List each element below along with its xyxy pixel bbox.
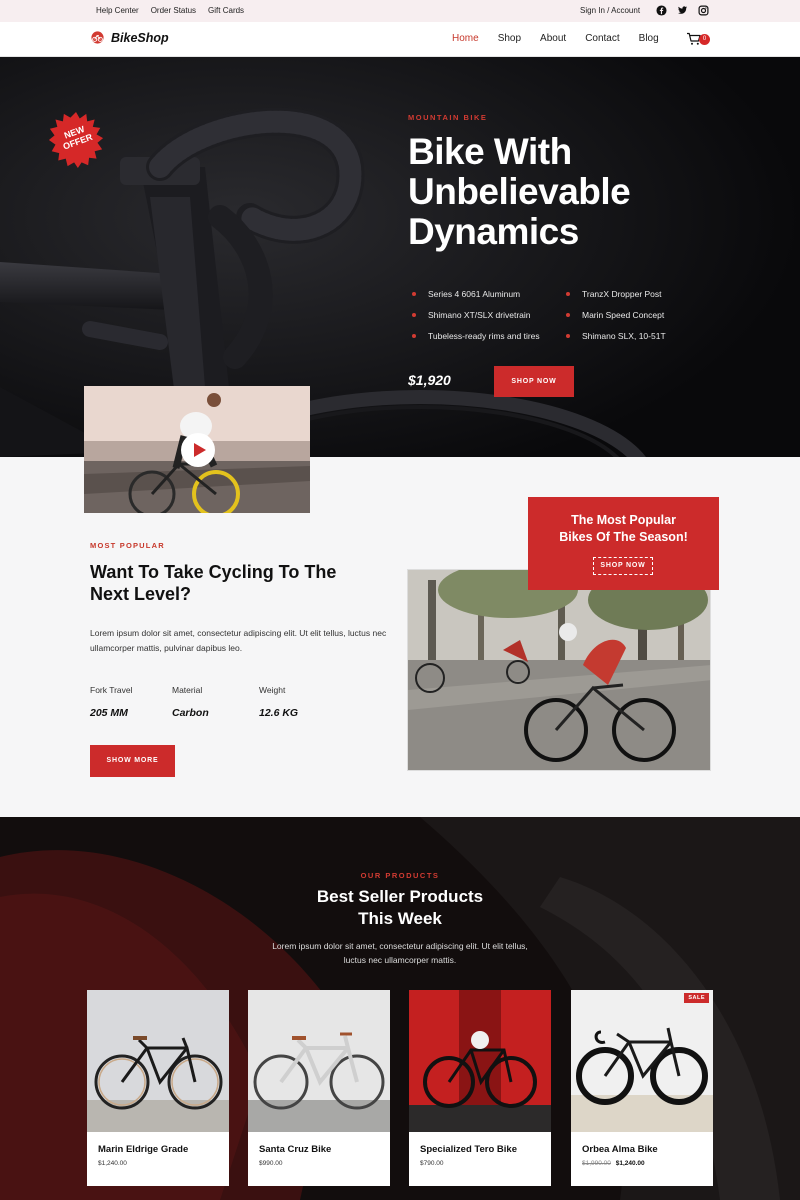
stat-label-fork-travel: Fork Travel [90,685,133,695]
product-image[interactable] [409,990,551,1132]
spec-item: TranzX Dropper Post [566,289,662,299]
help-center-link[interactable]: Help Center [96,6,139,15]
brand-logo[interactable]: BikeShop [90,30,169,45]
popular-title-line-1: The Most Popular [571,513,676,527]
stat-value-fork-travel: 205 MM [90,707,128,719]
nav-item-about[interactable]: About [540,33,566,44]
bike-specialized-image [409,990,551,1132]
nav-item-blog[interactable]: Blog [639,33,659,44]
race-photo [407,569,711,771]
product-card[interactable]: SALE Orbea Alma Bike $1,990.00 $1,240.00 [571,990,713,1186]
spec-item: Shimano SLX, 10-51T [566,331,666,341]
product-card[interactable]: Marin Eldrige Grade $1,240.00 [87,990,229,1186]
stat-value-material: Carbon [172,707,209,719]
product-name[interactable]: Orbea Alma Bike [582,1144,658,1155]
instagram-icon[interactable] [698,5,709,16]
product-price: $790.00 [420,1160,444,1167]
feature-description: Lorem ipsum dolor sit amet, consectetur … [90,628,387,653]
product-image[interactable] [248,990,390,1132]
main-nav: BikeShop Home Shop About Contact Blog 0 [0,22,800,57]
product-old-price: $1,990.00 [582,1160,611,1167]
hero-title: Bike With Unbelievable Dynamics [408,131,631,252]
stat-label-material: Material [172,685,203,695]
order-status-link[interactable]: Order Status [151,6,196,15]
cart-count-badge: 0 [699,34,710,45]
products-description: Lorem ipsum dolor sit amet, consectetur … [272,941,528,965]
nav-item-shop[interactable]: Shop [498,33,521,44]
nav-item-home[interactable]: Home [452,33,479,44]
twitter-icon[interactable] [677,5,688,16]
stat-value-weight: 12.6 KG [259,707,299,719]
topbar: Help Center Order Status Gift Cards Sign… [0,0,800,22]
bike-santa-cruz-image [248,990,390,1132]
spec-item: Series 4 6061 Aluminum [411,289,521,299]
spec-item: Shimano XT/SLX drivetrain [412,310,531,320]
play-icon [194,443,206,457]
spec-item: Tubeless-ready rims and tires [412,331,540,341]
hero-shop-now-button[interactable]: SHOP NOW [494,366,574,397]
road-race-image [408,570,710,770]
bike-orbea-image [571,990,713,1132]
product-name[interactable]: Santa Cruz Bike [259,1144,331,1155]
product-card[interactable]: Specialized Tero Bike $790.00 [409,990,551,1186]
bike-logo-icon [91,31,104,44]
sign-in-link[interactable]: Sign In / Account [580,6,640,15]
popular-promo-title: The Most Popular Bikes Of The Season! [528,512,719,546]
brand-name: BikeShop [111,30,169,45]
hero-kicker: MOUNTAIN BIKE [408,113,488,122]
products-title: Best Seller Products This Week [0,886,800,930]
nav-item-contact[interactable]: Contact [585,33,619,44]
product-price: $990.00 [259,1160,283,1167]
play-button[interactable] [181,433,215,467]
topbar-links: Help Center Order Status Gift Cards [96,6,244,15]
products-title-line-1: Best Seller Products [316,887,484,906]
hero-title-line-2: Unbelievable [408,171,631,212]
product-sale-price: $1,240.00 [615,1160,645,1167]
popular-shop-now-button[interactable]: SHOP NOW [593,557,653,575]
social-links [656,5,709,16]
nav-menu: Home Shop About Contact Blog [452,33,678,44]
bike-marin-image [87,990,229,1132]
product-name[interactable]: Marin Eldrige Grade [98,1144,188,1155]
gift-cards-link[interactable]: Gift Cards [208,6,244,15]
products-kicker: OUR PRODUCTS [360,871,440,880]
sale-badge: SALE [684,993,709,1003]
spec-item: Marin Speed Concept [565,310,665,320]
show-more-button[interactable]: SHOW MORE [90,745,175,777]
hero-title-line-1: Bike With [408,131,572,172]
popular-title-line-2: Bikes Of The Season! [559,530,688,544]
feature-title: Want To Take Cycling To The Next Level? [90,562,337,604]
products-title-line-2: This Week [358,909,442,928]
product-card[interactable]: Santa Cruz Bike $990.00 [248,990,390,1186]
product-price: $1,240.00 [98,1160,127,1167]
hero-price: $1,920 [408,372,451,388]
feature-kicker: MOST POPULAR [90,541,165,550]
stat-label-weight: Weight [259,685,286,695]
product-image[interactable] [571,990,713,1132]
product-image[interactable] [87,990,229,1132]
hero-title-line-3: Dynamics [408,211,579,252]
product-name[interactable]: Specialized Tero Bike [420,1144,517,1155]
facebook-icon[interactable] [656,5,667,16]
product-price: $1,990.00 $1,240.00 [582,1160,645,1167]
